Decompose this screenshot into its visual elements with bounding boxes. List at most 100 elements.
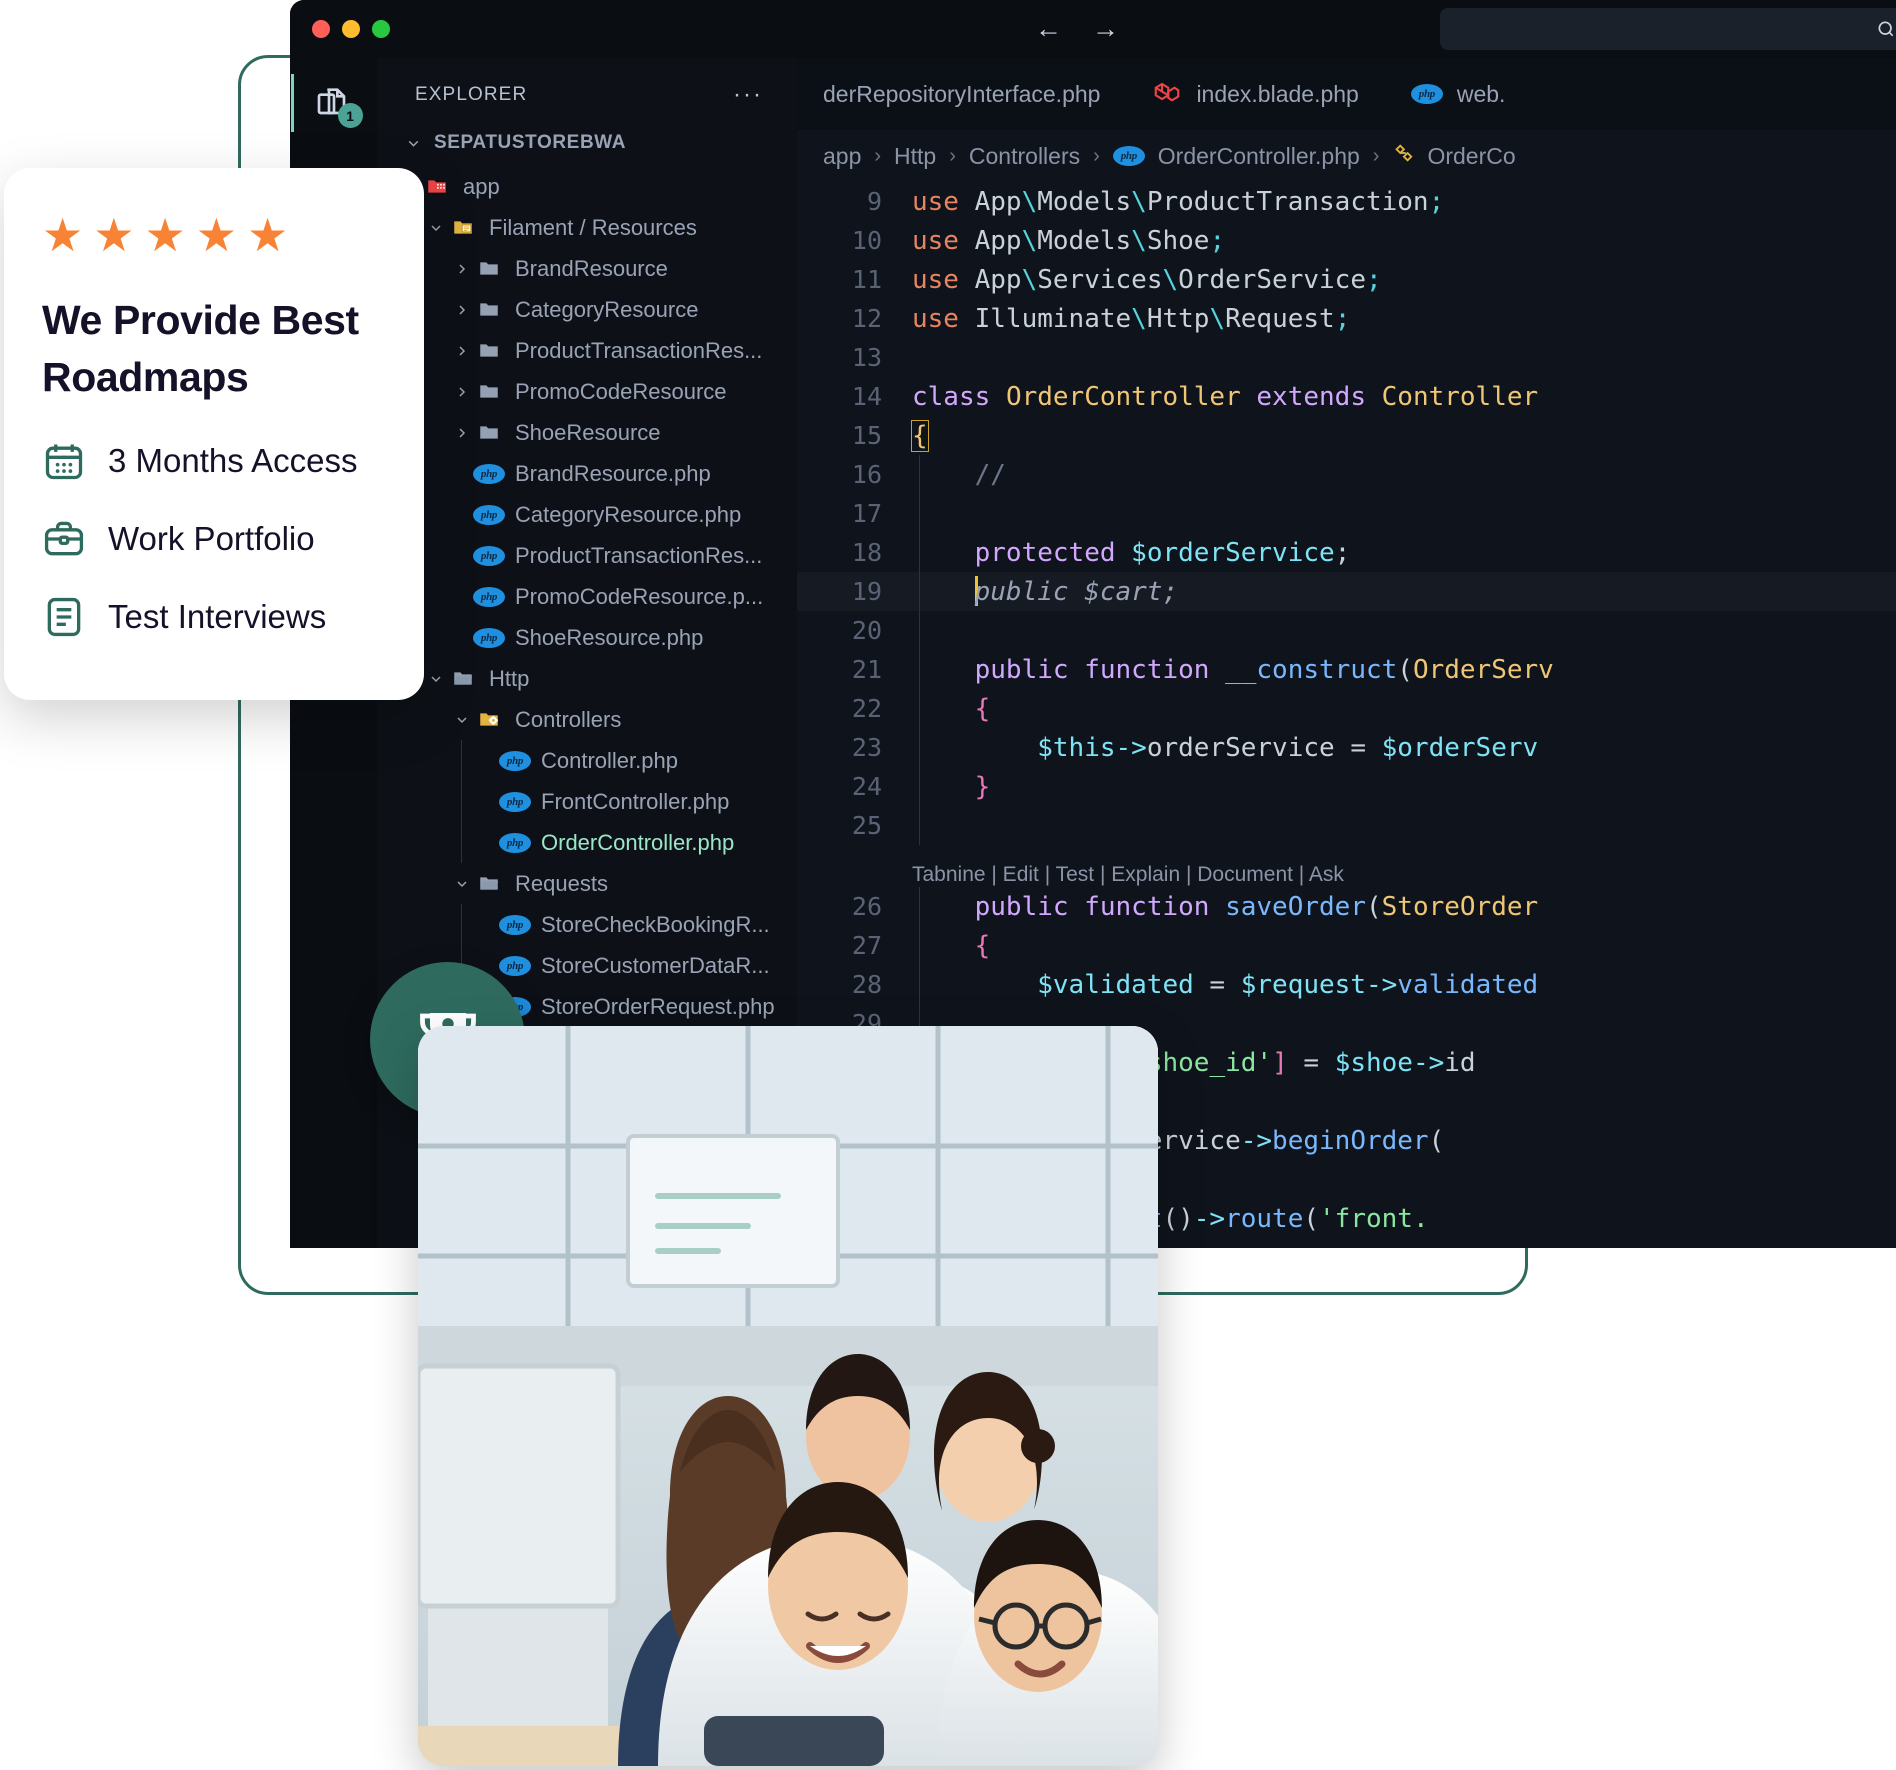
tree-folder[interactable]: Requests [377, 863, 797, 904]
codelens-row[interactable]: Tabnine | Edit | Test | Explain | Docume… [797, 845, 1896, 887]
code-line[interactable]: 16 // [797, 455, 1896, 494]
code-line[interactable]: 14 class OrderController extends Controll… [797, 377, 1896, 416]
breadcrumb[interactable]: app › Http › Controllers › php OrderController.… [797, 130, 1896, 182]
line-number: 21 [851, 655, 882, 684]
tree-file[interactable]: php ProductTransactionRes... [377, 535, 797, 576]
code-line[interactable]: 20 [797, 611, 1896, 650]
line-number: 12 [851, 304, 882, 333]
tab-repository-interface[interactable]: derRepositoryInterface.php [797, 58, 1126, 130]
code-token: -> [1115, 732, 1147, 763]
code-line[interactable]: 19 public $cart; [797, 572, 1896, 611]
folder-controllers-icon [473, 709, 505, 730]
back-arrow-icon[interactable]: ← [1035, 15, 1062, 43]
breadcrumb-item[interactable]: OrderController.php [1158, 143, 1360, 170]
navigation-arrows[interactable]: ← → [1035, 15, 1119, 43]
tree-item-label: PromoCodeResource.p... [515, 583, 764, 609]
breadcrumb-item[interactable]: app [823, 143, 861, 170]
close-button[interactable] [312, 20, 330, 38]
command-center-input[interactable] [1440, 8, 1896, 50]
line-number: 24 [851, 772, 882, 801]
tree-item-label: ShoeResource.php [515, 624, 704, 650]
code-text: use App\Models\ProductTransaction; [912, 187, 1444, 217]
explorer-more-actions[interactable]: ··· [733, 83, 763, 107]
code-text: } [912, 772, 991, 802]
tree-file[interactable]: php ShoeResource.php [377, 617, 797, 658]
editor-tabs[interactable]: derRepositoryInterface.php index.blade.p… [797, 58, 1896, 130]
code-line[interactable]: 18 protected $orderService; [797, 533, 1896, 572]
briefcase-icon [44, 521, 84, 556]
tree-folder[interactable]: BrandResource [377, 248, 797, 289]
code-token: ; [1334, 303, 1351, 334]
code-text: { [911, 419, 929, 452]
breadcrumb-item[interactable]: OrderCo [1427, 143, 1515, 170]
tree-folder[interactable]: Filament / Resources [377, 207, 797, 248]
tab-web-routes[interactable]: php web. [1385, 58, 1532, 130]
code-line[interactable]: 15 { [797, 416, 1896, 455]
breadcrumb-item[interactable]: Controllers [969, 143, 1080, 170]
code-token: ; [1365, 264, 1382, 295]
code-line[interactable]: 26 public function saveOrder(StoreOrder [797, 887, 1896, 926]
tree-folder[interactable]: ProductTransactionRes... [377, 330, 797, 371]
title-bar: ← → [290, 0, 1896, 58]
tree-file[interactable]: php BrandResource.php [377, 453, 797, 494]
line-number: 27 [851, 931, 882, 960]
code-token: class [912, 381, 991, 412]
forward-arrow-icon[interactable]: → [1092, 15, 1119, 43]
code-line[interactable]: 9 use App\Models\ProductTransaction; [797, 182, 1896, 221]
tree-item-label: StoreCheckBookingR... [541, 911, 770, 937]
chevron-down-icon [425, 220, 447, 236]
tree-file[interactable]: php PromoCodeResource.p... [377, 576, 797, 617]
tree-indent-guide [461, 781, 462, 822]
code-line[interactable]: 12 use Illuminate\Http\Request; [797, 299, 1896, 338]
code-line[interactable]: 10 use App\Models\Shoe; [797, 221, 1896, 260]
code-line[interactable]: 11 use App\Services\OrderService; [797, 260, 1896, 299]
tree-file[interactable]: php CategoryResource.php [377, 494, 797, 535]
code-line[interactable]: 17 [797, 494, 1896, 533]
activity-item-explorer[interactable]: 1 [290, 74, 363, 132]
maximize-button[interactable] [372, 20, 390, 38]
code-line[interactable]: 27 { [797, 926, 1896, 965]
tab-label: index.blade.php [1196, 80, 1359, 107]
code-text: use App\Services\OrderService; [912, 265, 1382, 295]
tree-folder[interactable]: Http [377, 658, 797, 699]
code-line[interactable]: 25 [797, 806, 1896, 845]
code-line[interactable]: 24 } [797, 767, 1896, 806]
breadcrumb-item[interactable]: Http [894, 143, 936, 170]
code-token: use [912, 186, 959, 217]
chevron-down-icon [451, 712, 473, 728]
line-number: 11 [851, 265, 882, 294]
code-line[interactable]: 21 public function __construct(OrderServ [797, 650, 1896, 689]
php-icon: php [499, 750, 531, 771]
tree-file[interactable]: php FrontController.php [377, 781, 797, 822]
code-line[interactable]: 13 [797, 338, 1896, 377]
chevron-right-icon [451, 261, 473, 277]
breadcrumb-separator: › [949, 144, 956, 167]
tree-folder[interactable]: CategoryResource [377, 289, 797, 330]
code-line[interactable]: 28 $validated = $request->validated [797, 965, 1896, 1004]
minimize-button[interactable] [342, 20, 360, 38]
code-text: use Illuminate\Http\Request; [912, 304, 1350, 334]
tree-indent-guide [461, 904, 462, 945]
code-token: \ [1131, 186, 1147, 217]
tree-folder[interactable]: PromoCodeResource [377, 371, 797, 412]
tree-file[interactable]: php OrderController.php [377, 822, 797, 863]
tree-file[interactable]: php StoreCheckBookingR... [377, 904, 797, 945]
php-icon: php [499, 791, 531, 812]
tree-folder[interactable]: ShoeResource [377, 412, 797, 453]
tab-index-blade[interactable]: index.blade.php [1126, 58, 1384, 130]
folder-icon [473, 340, 505, 361]
tree-file[interactable]: php Controller.php [377, 740, 797, 781]
tabnine-codelens[interactable]: Tabnine | Edit | Test | Explain | Docume… [912, 863, 1344, 887]
traffic-lights[interactable] [312, 20, 390, 38]
tab-label: web. [1456, 80, 1506, 107]
explorer-root-folder[interactable]: SEPATUSTOREBWA [377, 106, 797, 160]
tree-folder[interactable]: Controllers [377, 699, 797, 740]
code-line[interactable]: 22 { [797, 689, 1896, 728]
file-tree[interactable]: app Filament / Resources BrandResource Cate… [377, 160, 797, 1027]
code-line[interactable]: 23 $this->orderService = $orderServ [797, 728, 1896, 767]
tree-item-label: FrontController.php [541, 788, 730, 814]
tree-folder[interactable]: app [377, 166, 797, 207]
